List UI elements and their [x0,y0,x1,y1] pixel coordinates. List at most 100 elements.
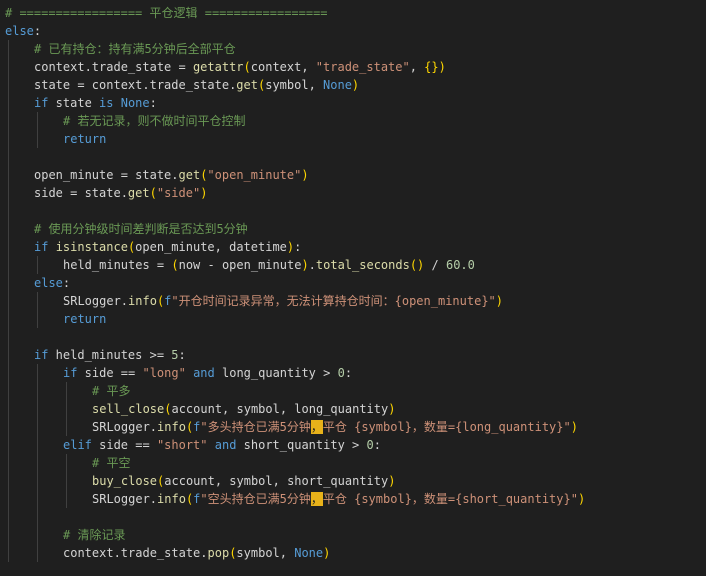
code-token: # 若无记录，则不做时间平仓控制 [63,114,246,128]
indent-guide [8,544,9,562]
code-line[interactable] [0,508,706,526]
code-token: account, symbol, short_quantity [164,474,389,488]
code-token: ) [200,186,208,200]
code-line[interactable]: side = state.get("side") [0,184,706,202]
code-line[interactable]: SRLogger.info(f"开仓时间记录异常，无法计算持仓时间：{open_… [0,292,706,310]
code-token: # 平多 [92,384,131,398]
code-text: context.trade_state.pop(symbol, None) [63,544,330,562]
code-text: side = state.get("side") [34,184,207,202]
code-line[interactable]: # 平空 [0,454,706,472]
indent-guide [8,418,9,436]
code-token: context.trade_state = [34,60,193,74]
code-text: buy_close(account, symbol, short_quantit… [92,472,395,490]
code-line[interactable]: context.trade_state.pop(symbol, None) [0,544,706,562]
code-line[interactable]: if state is None: [0,94,706,112]
code-line[interactable]: sell_close(account, symbol, long_quantit… [0,400,706,418]
code-text: if side == "long" and long_quantity > 0: [63,364,352,382]
code-line[interactable]: else: [0,22,706,40]
code-line[interactable]: if side == "long" and long_quantity > 0: [0,364,706,382]
code-text: # ================= 平仓逻辑 ===============… [5,4,328,22]
code-line[interactable] [0,148,706,166]
indent-guide [8,328,9,346]
indent-guide [8,364,9,382]
code-token: is [99,96,114,110]
code-token: None [323,78,352,92]
code-text: # 使用分钟级时间差判断是否达到5分钟 [34,220,248,238]
code-token: "short" [156,438,208,452]
indent-guide [66,472,67,490]
indent-guide [8,310,9,328]
code-token: side == [77,366,143,380]
indent-guide [66,454,67,472]
code-token: info [157,492,186,506]
code-text: context.trade_state = getattr(context, "… [34,58,446,76]
code-editor[interactable]: # ================= 平仓逻辑 ===============… [0,0,706,576]
code-token: side == [91,438,157,452]
code-token: / [424,258,446,272]
code-token: SRLogger. [63,294,129,308]
code-token: and [214,438,237,452]
code-text: SRLogger.info(f"开仓时间记录异常，无法计算持仓时间：{open_… [63,292,503,310]
code-line[interactable]: SRLogger.info(f"空头持仓已满5分钟，平仓 {symbol}，数量… [0,490,706,508]
code-token: : [62,276,71,290]
code-line[interactable] [0,328,706,346]
code-line[interactable]: state = context.trade_state.get(symbol, … [0,76,706,94]
code-token: # ================= 平仓逻辑 ===============… [5,6,328,20]
code-token: symbol, [236,546,295,560]
code-text: return [63,130,106,148]
code-line[interactable]: # 若无记录，则不做时间平仓控制 [0,112,706,130]
code-line[interactable]: return [0,130,706,148]
code-token: held_minutes >= [48,348,172,362]
code-text: else: [5,22,41,40]
code-line[interactable]: SRLogger.info(f"多头持仓已满5分钟，平仓 {symbol}，数量… [0,418,706,436]
code-token: # 清除记录 [63,528,126,542]
code-token: state [48,96,100,110]
code-token: else [34,276,63,290]
code-token: SRLogger. [92,492,158,506]
code-token: ) [388,402,396,416]
code-token: ) [301,168,309,182]
code-token: get [236,78,258,92]
code-line[interactable]: open_minute = state.get("open_minute") [0,166,706,184]
code-text: open_minute = state.get("open_minute") [34,166,309,184]
code-line[interactable]: return [0,310,706,328]
code-line[interactable]: buy_close(account, symbol, short_quantit… [0,472,706,490]
code-line[interactable]: # 平多 [0,382,706,400]
code-text: sell_close(account, symbol, long_quantit… [92,400,395,418]
code-line[interactable]: if isinstance(open_minute, datetime): [0,238,706,256]
code-text: if held_minutes >= 5: [34,346,186,364]
indent-guide [8,166,9,184]
indent-guide [66,400,67,418]
code-line[interactable]: if held_minutes >= 5: [0,346,706,364]
indent-guide [8,490,9,508]
code-line[interactable] [0,202,706,220]
code-line[interactable]: # 已有持仓：持有满5分钟后全部平仓 [0,40,706,58]
code-line[interactable]: context.trade_state = getattr(context, "… [0,58,706,76]
code-token: ) [301,258,309,272]
code-line[interactable]: else: [0,274,706,292]
indent-guide [37,526,38,544]
code-token: info [128,294,157,308]
indent-guide [37,508,38,526]
indent-guide [8,202,9,220]
code-line[interactable]: held_minutes = (now - open_minute).total… [0,256,706,274]
indent-guide [66,418,67,436]
indent-guide [8,400,9,418]
code-line[interactable]: # 使用分钟级时间差判断是否达到5分钟 [0,220,706,238]
indent-guide [37,112,38,130]
indent-guide [8,94,9,112]
code-line[interactable]: # 清除记录 [0,526,706,544]
indent-guide [37,490,38,508]
code-token: . [308,258,316,272]
code-token: None [294,546,324,560]
indent-guide [37,418,38,436]
code-text: # 平多 [92,382,130,400]
indent-guide [8,472,9,490]
code-line[interactable]: elif side == "short" and short_quantity … [0,436,706,454]
code-token: context, [250,60,316,74]
code-token: ) [438,60,446,74]
code-line[interactable]: # ================= 平仓逻辑 ===============… [0,4,706,22]
code-token: # 已有持仓：持有满5分钟后全部平仓 [34,42,236,56]
code-token: ) [323,546,331,560]
code-text: return [63,310,106,328]
